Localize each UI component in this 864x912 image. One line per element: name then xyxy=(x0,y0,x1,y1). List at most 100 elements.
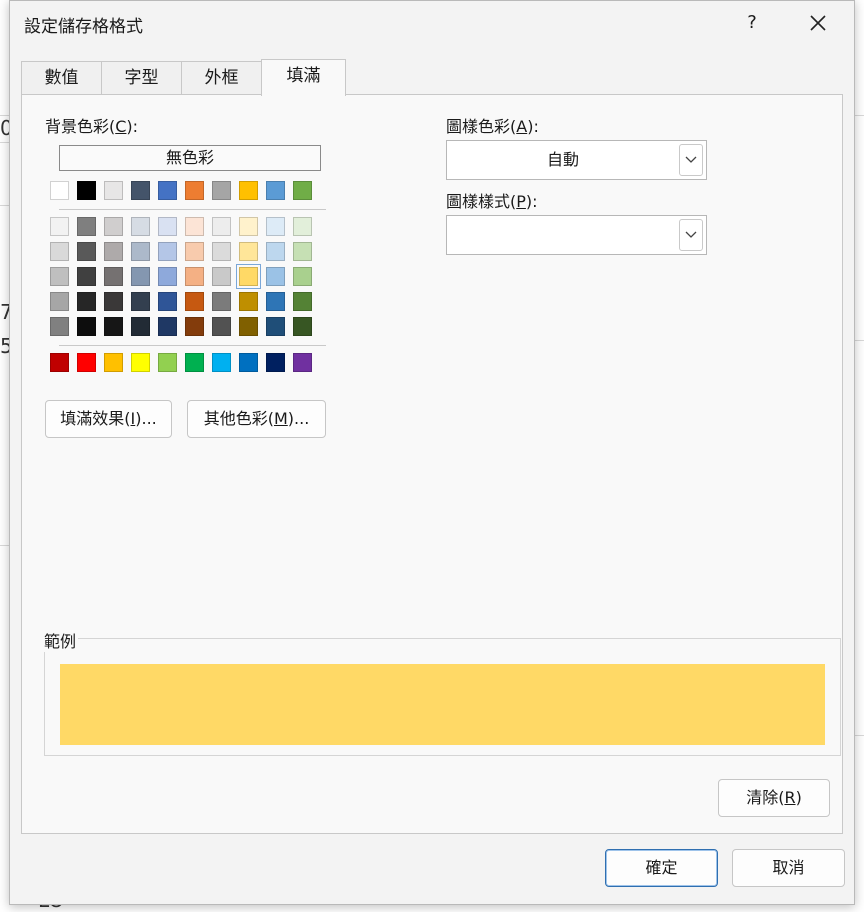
shade-color-swatch[interactable] xyxy=(158,292,177,311)
pattern-color-select[interactable]: 自動 xyxy=(446,140,707,180)
cancel-button[interactable]: 取消 xyxy=(732,849,845,887)
shade-color-swatch[interactable] xyxy=(266,317,285,336)
theme-color-swatch[interactable] xyxy=(293,181,312,200)
background-color-label: 背景色彩(C): xyxy=(45,117,139,136)
pattern-style-value xyxy=(447,216,679,254)
dialog-title: 設定儲存格格式 xyxy=(24,17,143,37)
shade-color-swatch[interactable] xyxy=(266,242,285,261)
shade-color-swatch[interactable] xyxy=(236,264,261,289)
shade-color-swatch[interactable] xyxy=(104,292,123,311)
shade-color-swatch[interactable] xyxy=(212,242,231,261)
pattern-style-select[interactable] xyxy=(446,215,707,255)
theme-color-swatch[interactable] xyxy=(239,181,258,200)
shade-color-swatch[interactable] xyxy=(50,242,69,261)
chevron-down-icon xyxy=(685,231,697,238)
shade-color-swatch[interactable] xyxy=(293,317,312,336)
shade-color-swatch[interactable] xyxy=(50,217,69,236)
shade-color-swatch[interactable] xyxy=(131,217,150,236)
more-colors-button[interactable]: 其他色彩(M)... xyxy=(187,400,326,438)
tab-border[interactable]: 外框 xyxy=(181,61,262,95)
shade-color-swatch[interactable] xyxy=(50,267,69,286)
theme-color-swatch[interactable] xyxy=(104,181,123,200)
shade-color-swatch[interactable] xyxy=(266,292,285,311)
shade-color-swatch[interactable] xyxy=(131,292,150,311)
shade-color-swatch[interactable] xyxy=(158,217,177,236)
dropdown-button[interactable] xyxy=(679,219,703,251)
standard-color-swatch[interactable] xyxy=(158,353,177,372)
shade-color-swatch[interactable] xyxy=(104,217,123,236)
shade-color-swatch[interactable] xyxy=(158,317,177,336)
shade-color-swatch[interactable] xyxy=(185,242,204,261)
ok-button[interactable]: 確定 xyxy=(605,849,718,887)
shade-color-swatch[interactable] xyxy=(77,242,96,261)
pattern-style-label: 圖樣樣式(P): xyxy=(446,192,538,211)
palette-separator xyxy=(59,209,326,210)
standard-color-swatch[interactable] xyxy=(185,353,204,372)
shade-color-swatch[interactable] xyxy=(212,217,231,236)
dropdown-button[interactable] xyxy=(679,144,703,176)
shade-color-swatch[interactable] xyxy=(50,292,69,311)
shade-color-swatch[interactable] xyxy=(185,217,204,236)
shade-color-swatch[interactable] xyxy=(104,317,123,336)
format-cells-dialog: 設定儲存格格式 ? 數值 字型 外框 填滿 背景色彩(C): 無色彩 填滿效果(… xyxy=(9,0,855,905)
standard-color-swatch[interactable] xyxy=(293,353,312,372)
tab-number[interactable]: 數值 xyxy=(21,61,102,95)
standard-color-swatch[interactable] xyxy=(131,353,150,372)
shade-color-swatch[interactable] xyxy=(293,267,312,286)
standard-color-swatch[interactable] xyxy=(266,353,285,372)
shade-color-swatch[interactable] xyxy=(266,217,285,236)
standard-color-swatch[interactable] xyxy=(104,353,123,372)
standard-color-swatch[interactable] xyxy=(239,353,258,372)
shade-color-swatch[interactable] xyxy=(131,267,150,286)
theme-color-swatch[interactable] xyxy=(50,181,69,200)
pattern-color-value: 自動 xyxy=(546,150,579,169)
sample-frame xyxy=(44,638,841,756)
clear-button[interactable]: 清除(R) xyxy=(718,779,830,817)
shade-color-swatch[interactable] xyxy=(158,242,177,261)
standard-color-swatch[interactable] xyxy=(77,353,96,372)
shade-color-swatch[interactable] xyxy=(104,267,123,286)
theme-color-swatch[interactable] xyxy=(266,181,285,200)
standard-color-swatch[interactable] xyxy=(212,353,231,372)
shade-color-swatch[interactable] xyxy=(212,267,231,286)
theme-color-swatch[interactable] xyxy=(158,181,177,200)
theme-color-swatch[interactable] xyxy=(77,181,96,200)
close-button[interactable] xyxy=(806,11,830,35)
theme-color-swatch[interactable] xyxy=(185,181,204,200)
shade-color-swatch[interactable] xyxy=(239,317,258,336)
shade-color-swatch[interactable] xyxy=(266,267,285,286)
help-button[interactable]: ? xyxy=(740,11,764,35)
theme-color-swatch[interactable] xyxy=(212,181,231,200)
shade-color-swatch[interactable] xyxy=(293,217,312,236)
shade-color-swatch[interactable] xyxy=(185,317,204,336)
shade-color-swatch[interactable] xyxy=(131,317,150,336)
shade-color-swatch[interactable] xyxy=(185,292,204,311)
shade-color-swatch[interactable] xyxy=(131,242,150,261)
shade-color-swatch[interactable] xyxy=(104,242,123,261)
shade-color-swatch[interactable] xyxy=(293,242,312,261)
shade-color-swatch[interactable] xyxy=(293,292,312,311)
shade-color-swatch[interactable] xyxy=(239,217,258,236)
shade-color-swatch[interactable] xyxy=(239,242,258,261)
theme-color-swatch[interactable] xyxy=(131,181,150,200)
shade-color-swatch[interactable] xyxy=(77,292,96,311)
title-bar: 設定儲存格格式 ? xyxy=(10,1,854,45)
shade-color-swatch[interactable] xyxy=(212,317,231,336)
shade-color-swatch[interactable] xyxy=(212,292,231,311)
shade-color-swatch[interactable] xyxy=(50,317,69,336)
shade-color-swatch[interactable] xyxy=(77,217,96,236)
shade-color-swatch[interactable] xyxy=(77,317,96,336)
shade-color-swatch[interactable] xyxy=(77,267,96,286)
no-color-button[interactable]: 無色彩 xyxy=(59,145,321,171)
shade-color-swatch[interactable] xyxy=(185,267,204,286)
palette-separator xyxy=(59,345,326,346)
fill-effects-button[interactable]: 填滿效果(I)... xyxy=(45,400,172,438)
sample-preview xyxy=(60,664,825,745)
shade-color-swatch[interactable] xyxy=(158,267,177,286)
chevron-down-icon xyxy=(685,156,697,163)
tab-font[interactable]: 字型 xyxy=(101,61,182,95)
shade-color-swatch[interactable] xyxy=(239,292,258,311)
tab-fill[interactable]: 填滿 xyxy=(261,59,346,96)
close-icon xyxy=(810,15,826,31)
standard-color-swatch[interactable] xyxy=(50,353,69,372)
